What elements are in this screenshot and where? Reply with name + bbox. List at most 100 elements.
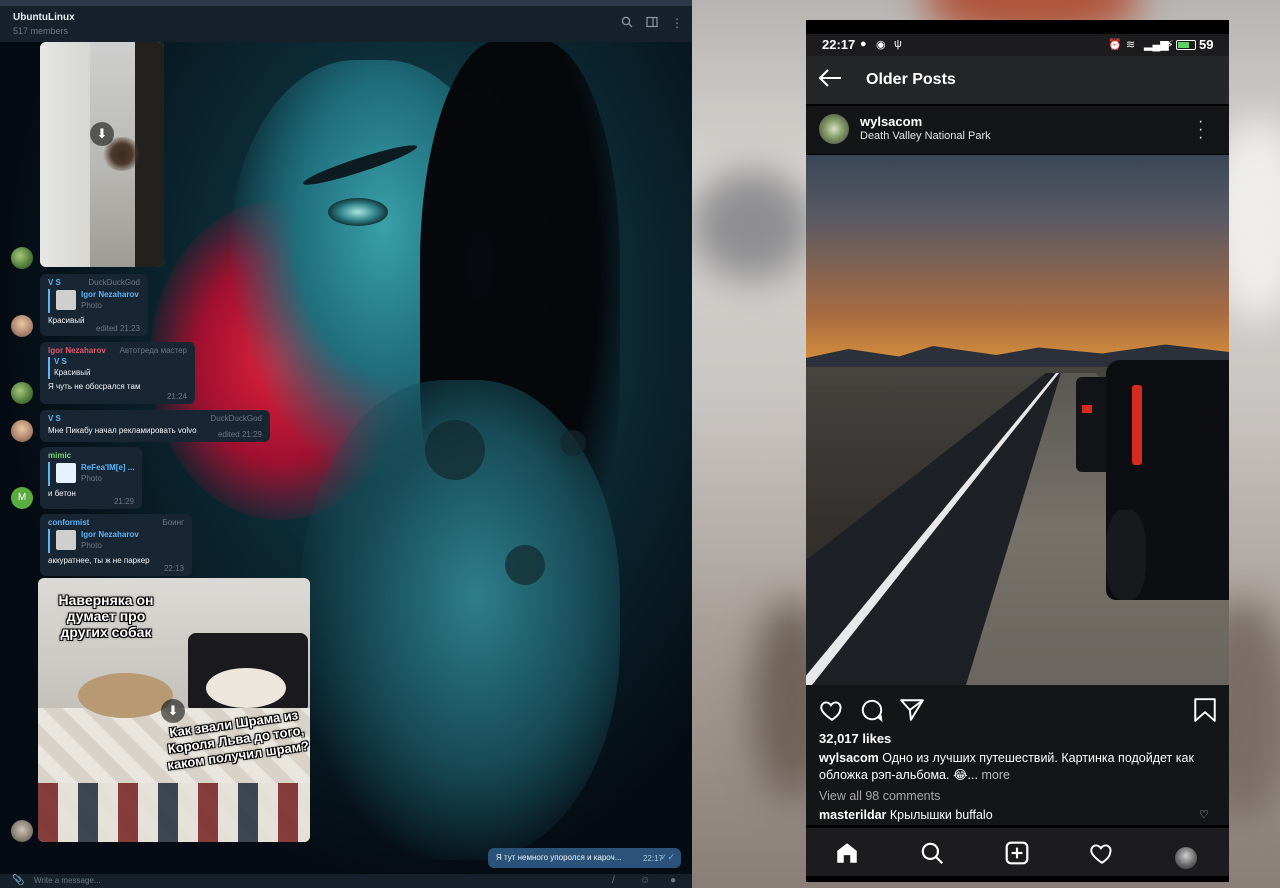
profile-avatar[interactable] [1175, 847, 1197, 869]
comment-like-icon[interactable]: ♡ [1199, 808, 1209, 821]
avatar[interactable] [11, 820, 33, 842]
meme-caption-top: Наверняка он думает про других собак [58, 592, 154, 640]
photo-detail [78, 673, 173, 718]
message-bubble[interactable]: V S DuckDuckGod Igor Nezaharov Photo Кра… [40, 274, 148, 336]
share-icon[interactable] [899, 697, 925, 723]
photo-detail [1106, 510, 1146, 600]
charging-icon: ⚡ [1166, 39, 1174, 51]
comment-icon[interactable] [859, 697, 885, 723]
message-time: 21:24 [166, 392, 187, 401]
photo-detail [1082, 405, 1092, 413]
message-input[interactable]: Write a message... [34, 876, 101, 885]
microphone-icon[interactable]: ● [670, 875, 676, 886]
photo-detail [206, 668, 286, 708]
outgoing-message[interactable]: Я тут немного упоролся и кароч... 22:17 … [488, 848, 681, 868]
avatar[interactable] [11, 382, 33, 404]
reply-preview: Photo [81, 474, 102, 483]
reply-quote[interactable]: Igor Nezaharov Photo [48, 529, 184, 553]
signal-icon: ▂▄▆ [1144, 39, 1169, 51]
admin-badge: DuckDuckGod [88, 278, 140, 287]
search-icon[interactable] [620, 16, 634, 30]
heart-icon[interactable] [819, 697, 845, 723]
caption-more-link[interactable]: more [981, 768, 1009, 782]
search-icon[interactable] [919, 840, 945, 866]
background-blob [692, 170, 812, 280]
attach-icon[interactable]: 📎 [12, 875, 24, 886]
post-username[interactable]: wylsacom [860, 114, 922, 129]
reply-quote[interactable]: ReFea'IM[e] ... Photo [48, 462, 134, 486]
post-caption: wylsacom Одно из лучших путешествий. Кар… [819, 750, 1224, 784]
chat-header[interactable]: UbuntuLinux 517 members ⋮ [0, 6, 692, 42]
wallpaper-shape [560, 430, 586, 456]
wallpaper-shape [328, 198, 388, 226]
admin-badge: DuckDuckGod [210, 414, 262, 423]
photo-detail [1132, 385, 1142, 465]
wallpaper-shape [425, 420, 485, 480]
page-title: Older Posts [866, 71, 956, 88]
reply-thumbnail [56, 290, 76, 310]
reply-preview: Красивый [54, 368, 91, 377]
avatar[interactable] [819, 114, 849, 144]
avatar[interactable] [11, 247, 33, 269]
avatar[interactable] [11, 420, 33, 442]
instagram-phone-screen: 22:17 ● ◉ ψ ⏰ ≋ ▂▄▆ ⚡ 59 Older Posts wyl… [806, 20, 1229, 882]
post-caption-area: 32,017 likes wylsacom Одно из лучших пут… [806, 725, 1229, 825]
emoji-icon[interactable]: ☺ [640, 875, 650, 886]
message-bubble[interactable]: V S DuckDuckGod Мне Пикабу начал реклами… [40, 410, 270, 442]
read-check-icon: ✓✓ [659, 852, 675, 862]
reply-preview: Photo [81, 541, 102, 550]
reply-quote[interactable]: Igor Nezaharov Photo [48, 289, 140, 313]
reply-quote[interactable]: V S Красивый [48, 357, 187, 379]
reply-thumbnail [56, 530, 76, 550]
battery-icon [1176, 40, 1196, 50]
download-icon[interactable]: ⬇ [90, 122, 114, 146]
message-time: edited 21:23 [95, 324, 140, 333]
status-bar: 22:17 ● ◉ ψ ⏰ ≋ ▂▄▆ ⚡ 59 [806, 34, 1229, 56]
home-icon[interactable] [834, 840, 860, 866]
back-arrow-icon[interactable] [818, 68, 842, 92]
like-count[interactable]: 32,017 likes [819, 731, 891, 746]
avatar[interactable] [11, 315, 33, 337]
comment: masterildar Крылышки buffalo [819, 808, 993, 822]
message-bubble[interactable]: mimic ReFea'IM[e] ... Photo и бетон 21:2… [40, 447, 142, 509]
photo-message[interactable]: Наверняка он думает про других собак Как… [38, 578, 310, 842]
photo-detail [1106, 360, 1229, 600]
caption-username[interactable]: wylsacom [819, 751, 879, 765]
usb-icon: ψ [894, 38, 902, 50]
alarm-icon: ⏰ [1108, 39, 1122, 51]
notification-icon: ● [860, 38, 867, 50]
avatar[interactable]: M [11, 487, 33, 509]
activity-heart-icon[interactable] [1089, 840, 1115, 866]
message-composer[interactable]: 📎 Write a message... / ☺ ● [0, 874, 692, 888]
post-location[interactable]: Death Valley National Park [860, 130, 991, 142]
message-bubble[interactable]: conformist Боинг Igor Nezaharov Photo ак… [40, 514, 192, 576]
message-bubble[interactable]: Igor Nezaharov Автотреда мастер V S Крас… [40, 342, 195, 404]
message-text: Я чуть не обосрался там [48, 382, 141, 391]
message-time: 21:29 [113, 497, 134, 506]
notification-icon: ◉ [876, 39, 886, 51]
photo-detail [38, 783, 310, 842]
sidebar-toggle-icon[interactable] [645, 16, 659, 30]
photo-message[interactable]: ⬇ [40, 42, 164, 267]
comment-text: Крылышки buffalo [889, 808, 993, 822]
commands-icon[interactable]: / [612, 875, 615, 886]
post-photo[interactable] [806, 155, 1229, 685]
app-bar: Older Posts [806, 56, 1229, 104]
status-time: 22:17 [822, 37, 856, 52]
comment-username[interactable]: masterildar [819, 808, 886, 822]
chat-title[interactable]: UbuntuLinux [13, 12, 75, 23]
more-vertical-icon[interactable]: · · · [1198, 114, 1203, 146]
download-icon[interactable]: ⬇ [161, 699, 185, 723]
admin-badge: Боинг [162, 518, 184, 527]
message-time: 22:13 [163, 564, 184, 573]
reply-author: Igor Nezaharov [81, 530, 139, 539]
sender-name[interactable]: mimic [48, 451, 134, 460]
view-comments-link[interactable]: View all 98 comments [819, 789, 940, 803]
admin-badge: Автотреда мастер [119, 346, 187, 355]
add-post-icon[interactable] [1004, 840, 1030, 866]
more-vertical-icon[interactable]: ⋮ [670, 16, 684, 30]
wifi-icon: ≋ [1126, 39, 1136, 51]
bookmark-icon[interactable] [1192, 697, 1218, 723]
reply-preview: Photo [81, 301, 102, 310]
battery-level: 59 [1199, 37, 1214, 52]
